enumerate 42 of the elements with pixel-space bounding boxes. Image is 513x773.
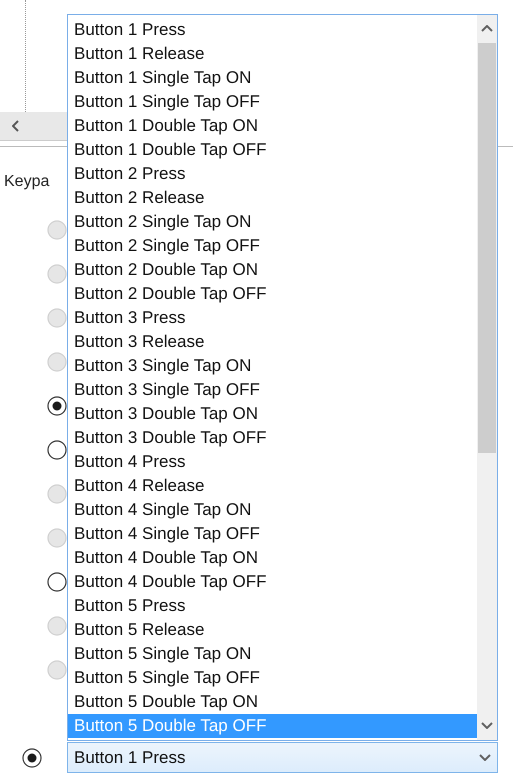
dropdown-option[interactable]: Button 2 Release: [68, 186, 477, 210]
dropdown-option[interactable]: Button 4 Release: [68, 474, 477, 498]
dropdown-option[interactable]: Button 3 Press: [68, 306, 477, 330]
dropdown-option[interactable]: Button 5 Single Tap ON: [68, 642, 477, 666]
horizontal-scrollbar[interactable]: [0, 112, 67, 141]
dropdown-option[interactable]: Button 3 Double Tap OFF: [68, 426, 477, 450]
dropdown-option[interactable]: Button 3 Release: [68, 330, 477, 354]
dropdown-option[interactable]: Button 2 Single Tap ON: [68, 210, 477, 234]
dropdown-option[interactable]: Button 5 Double Tap ON: [68, 690, 477, 714]
dropdown-option[interactable]: Button 2 Press: [68, 162, 477, 186]
scroll-up-icon[interactable]: [481, 25, 493, 32]
dropdown-option[interactable]: Button 3 Single Tap ON: [68, 354, 477, 378]
dropdown-option[interactable]: Button 5 Release: [68, 618, 477, 642]
radio-button[interactable]: [47, 396, 67, 416]
dropdown-option[interactable]: Button 2 Double Tap ON: [68, 258, 477, 282]
dropdown-option[interactable]: Button 4 Double Tap OFF: [68, 570, 477, 594]
dropdown-option[interactable]: Button 1 Single Tap ON: [68, 66, 477, 90]
dropdown-option[interactable]: Button 2 Double Tap OFF: [68, 282, 477, 306]
radio-button[interactable]: [47, 440, 67, 460]
dropdown-option[interactable]: Button 4 Press: [68, 450, 477, 474]
scroll-down-icon[interactable]: [481, 722, 493, 729]
section-label: Keypa: [4, 173, 50, 191]
dropdown-option[interactable]: Button 1 Single Tap OFF: [68, 90, 477, 114]
dropdown-option[interactable]: Button 4 Double Tap ON: [68, 546, 477, 570]
dropdown-option[interactable]: Button 4 Single Tap OFF: [68, 522, 477, 546]
dropdown-option[interactable]: Button 4 Single Tap ON: [68, 498, 477, 522]
scroll-left-icon[interactable]: [12, 120, 19, 132]
dropdown-option[interactable]: Button 1 Double Tap ON: [68, 114, 477, 138]
radio-button[interactable]: [22, 748, 42, 768]
scroll-thumb[interactable]: [478, 43, 496, 453]
chevron-down-icon: [479, 754, 491, 761]
dropdown-option[interactable]: Button 1 Press: [68, 18, 477, 42]
dropdown-combo[interactable]: Button 1 Press: [67, 742, 498, 773]
dropdown-option[interactable]: Button 1 Release: [68, 42, 477, 66]
dropdown-option[interactable]: Button 2 Single Tap OFF: [68, 234, 477, 258]
dropdown-option[interactable]: Button 3 Single Tap OFF: [68, 378, 477, 402]
dropdown-option[interactable]: Button 1 Double Tap OFF: [68, 138, 477, 162]
scrollbar[interactable]: [477, 15, 497, 740]
dropdown-option[interactable]: Button 5 Single Tap OFF: [68, 666, 477, 690]
dropdown-option[interactable]: Button 3 Double Tap ON: [68, 402, 477, 426]
dropdown-option[interactable]: Button 5 Press: [68, 594, 477, 618]
radio-button[interactable]: [47, 572, 67, 592]
